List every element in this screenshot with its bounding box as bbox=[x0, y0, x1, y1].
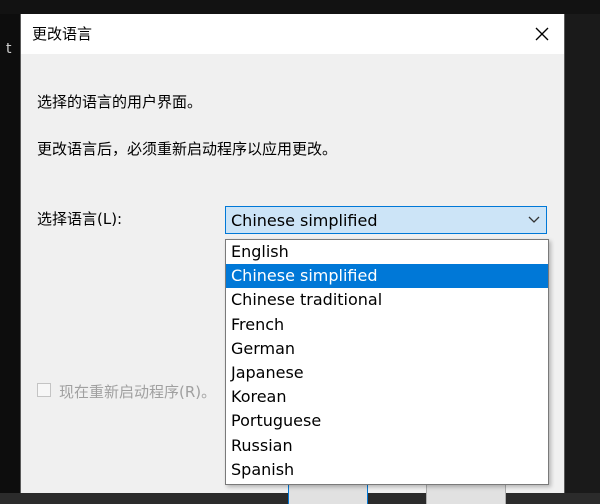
dialog-title: 更改语言 bbox=[32, 25, 93, 43]
restart-checkbox[interactable] bbox=[37, 383, 51, 397]
chevron-down-icon bbox=[528, 216, 540, 223]
background-text: t bbox=[6, 41, 12, 57]
language-dropdown-list[interactable]: English Chinese simplified Chinese tradi… bbox=[225, 239, 549, 485]
language-label: 选择语言(L): bbox=[37, 210, 123, 228]
background-window-strip bbox=[0, 0, 600, 14]
language-option[interactable]: Spanish bbox=[226, 458, 548, 482]
language-option[interactable]: Russian bbox=[226, 434, 548, 458]
language-select[interactable]: Chinese simplified bbox=[225, 206, 547, 234]
background-window-right bbox=[563, 14, 600, 493]
language-option[interactable]: Japanese bbox=[226, 361, 548, 385]
language-option[interactable]: German bbox=[226, 337, 548, 361]
language-option[interactable]: Portuguese bbox=[226, 409, 548, 433]
language-option[interactable]: Chinese traditional bbox=[226, 288, 548, 312]
description-line-1: 选择的语言的用户界面。 bbox=[37, 93, 203, 111]
change-language-dialog: 更改语言 选择的语言的用户界面。 更改语言后，必须重新启动程序以应用更改。 选择… bbox=[20, 14, 565, 504]
language-option[interactable]: Korean bbox=[226, 385, 548, 409]
background-window-left: t bbox=[0, 14, 20, 493]
dialog-titlebar: 更改语言 bbox=[21, 14, 564, 54]
language-option[interactable]: Chinese simplified bbox=[226, 264, 548, 289]
language-option[interactable]: English bbox=[226, 240, 548, 264]
cancel-button[interactable] bbox=[426, 484, 506, 504]
close-button[interactable] bbox=[520, 14, 564, 54]
language-select-value: Chinese simplified bbox=[231, 211, 378, 230]
ok-button[interactable] bbox=[288, 484, 368, 504]
restart-label: 现在重新启动程序(R)。 bbox=[59, 383, 217, 401]
language-option[interactable]: French bbox=[226, 313, 548, 337]
description-line-2: 更改语言后，必须重新启动程序以应用更改。 bbox=[37, 140, 338, 158]
close-icon bbox=[535, 27, 549, 41]
